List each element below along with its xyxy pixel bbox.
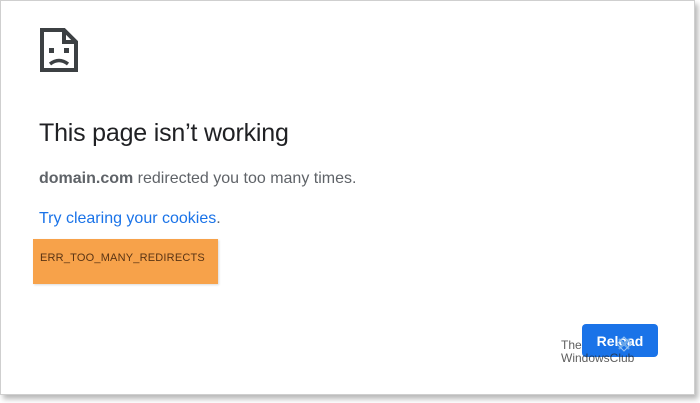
- error-message: domain.com redirected you too many times…: [39, 170, 356, 188]
- error-message-text: redirected you too many times.: [133, 170, 357, 187]
- browser-error-page: This page isn’t working domain.com redir…: [0, 0, 695, 395]
- suggestion: Try clearing your cookies.: [39, 210, 221, 228]
- page-title: This page isn’t working: [39, 119, 289, 147]
- error-code: ERR_TOO_MANY_REDIRECTS: [40, 252, 205, 264]
- sad-page-icon: [40, 28, 78, 72]
- suggestion-suffix: .: [216, 210, 221, 227]
- error-domain: domain.com: [39, 170, 134, 187]
- error-code-highlight: ERR_TOO_MANY_REDIRECTS: [33, 239, 218, 284]
- reload-button[interactable]: Reload: [582, 324, 658, 357]
- clear-cookies-link[interactable]: Try clearing your cookies: [39, 210, 216, 227]
